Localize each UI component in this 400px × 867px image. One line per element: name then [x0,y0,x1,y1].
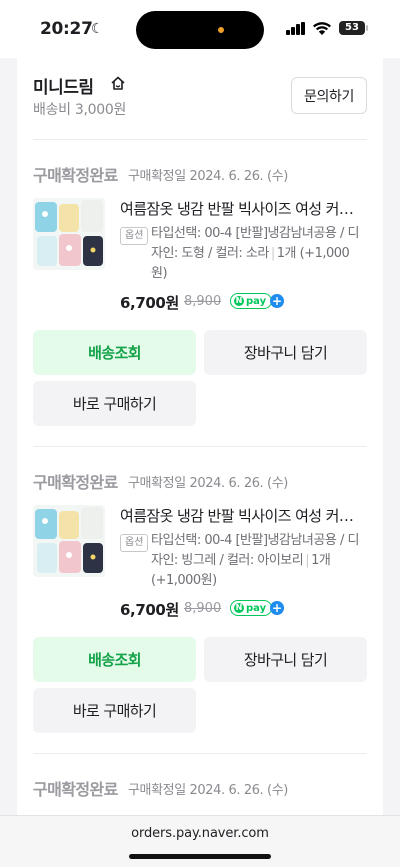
sale-price: 6,700원 [120,601,179,619]
tracking-button[interactable]: 배송조회 [33,330,196,375]
dynamic-island [136,11,264,49]
product-title[interactable]: 여름잠옷 냉감 반팔 빅사이즈 여성 커플 잠옷세트 [120,198,365,219]
price-row: 6,700원 8,900 Npay + [120,292,370,312]
status-time: 20:27 [40,19,93,39]
npay-logo-icon: N [234,296,244,306]
product-title[interactable]: 여름잠옷 냉감 반팔 빅사이즈 여성 커플 잠옷세트 [120,505,365,526]
buy-now-button[interactable]: 바로 구매하기 [33,688,196,733]
inquiry-button[interactable]: 문의하기 [291,77,367,114]
store-home-icon[interactable] [110,75,126,91]
npay-badge: Npay [230,600,273,616]
cellular-signal-icon [286,22,306,35]
price-row: 6,700원 8,900 Npay + [120,599,370,619]
buy-now-button[interactable]: 바로 구매하기 [33,381,196,426]
sale-price: 6,700원 [120,294,179,312]
status-bar: 20:27 ☾ 53 [0,0,400,58]
npay-plus-icon: + [270,601,284,615]
npay-badge: Npay [230,293,273,309]
battery-icon: 53 [339,21,368,35]
add-to-cart-button[interactable]: 장바구니 담기 [204,330,367,375]
divider [33,139,367,140]
home-indicator[interactable] [129,854,271,859]
order-item: 구매확정완료 구매확정일 2024. 6. 26. (수) 여름잠옷 냉감 반팔… [17,162,383,469]
product-thumbnail[interactable] [33,198,105,270]
order-confirm-date: 구매확정일 2024. 6. 26. (수) [128,476,288,491]
separator: | [305,553,310,568]
order-confirm-date: 구매확정일 2024. 6. 26. (수) [128,783,288,798]
option-badge: 옵션 [120,227,149,245]
tracking-button[interactable]: 배송조회 [33,637,196,682]
divider [33,446,367,447]
add-to-cart-button[interactable]: 장바구니 담기 [204,637,367,682]
separator: | [270,246,275,261]
order-status: 구매확정완료 [33,780,118,799]
browser-url-bar[interactable]: orders.pay.naver.com [0,815,400,867]
product-thumbnail[interactable] [33,505,105,577]
order-item: 구매확정완료 구매확정일 2024. 6. 26. (수) [17,776,383,816]
url-text[interactable]: orders.pay.naver.com [0,826,400,841]
order-status: 구매확정완료 [33,473,118,492]
order-confirm-date: 구매확정일 2024. 6. 26. (수) [128,169,288,184]
original-price: 8,900 [184,601,222,616]
option-details: 타입선택: 00-4 [반팔]냉감남녀공용 / 디자인: 빙그레 / 컬러: 아… [151,531,365,591]
option-details: 타입선택: 00-4 [반팔]냉감남녀공용 / 디자인: 도형 / 컬러: 소라… [151,224,365,284]
seller-order-card: 미니드림 배송비 3,000원 문의하기 구매확정완료 구매확정일 2024. … [17,58,383,867]
seller-name[interactable]: 미니드림 [33,73,94,98]
shipping-fee: 배송비 3,000원 [33,102,127,118]
option-badge: 옵션 [120,534,149,552]
order-status: 구매확정완료 [33,166,118,185]
npay-plus-icon: + [270,294,284,308]
npay-logo-icon: N [234,603,244,613]
moon-icon: ☾ [91,21,104,37]
order-item: 구매확정완료 구매확정일 2024. 6. 26. (수) 여름잠옷 냉감 반팔… [17,469,383,776]
privacy-dot-icon [218,27,224,33]
original-price: 8,900 [184,294,222,309]
divider [33,753,367,754]
wifi-icon [313,22,331,35]
